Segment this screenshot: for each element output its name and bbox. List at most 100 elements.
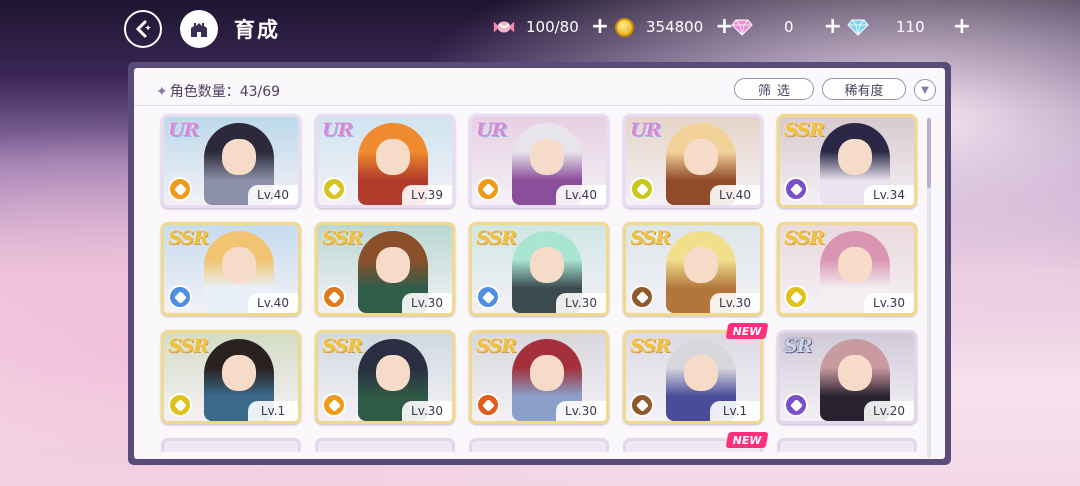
rarity-badge: SSR: [784, 119, 825, 141]
character-face: [530, 247, 564, 283]
attribute-icon: [630, 393, 654, 417]
blue-diamond-counter: 110 +: [846, 14, 971, 40]
character-panel: ✦ 角色数量：43/69 筛选 稀有度 ▼ UR Lv.40 UR Lv.39 UR Lv.…: [128, 62, 951, 465]
rarity-badge: SSR: [168, 227, 209, 249]
rarity-badge: SSR: [630, 227, 671, 249]
rarity-badge: SSR: [630, 335, 671, 357]
character-card[interactable]: UR Lv.39: [315, 114, 455, 208]
add-blue-diamond-button[interactable]: +: [953, 16, 971, 38]
level-label: Lv.34: [864, 185, 914, 205]
rarity-sort-button[interactable]: 稀有度: [822, 78, 906, 100]
level-label: Lv.40: [556, 185, 606, 205]
rarity-badge: SSR: [784, 227, 825, 249]
level-label: Lv.30: [556, 401, 606, 421]
level-label: Lv.30: [864, 293, 914, 313]
character-card[interactable]: SSR Lv.30: [469, 330, 609, 424]
character-face: [530, 139, 564, 175]
attribute-icon: [322, 393, 346, 417]
attribute-icon: [168, 177, 192, 201]
attribute-icon: [630, 177, 654, 201]
character-card[interactable]: SSR Lv.34: [777, 114, 917, 208]
character-face: [684, 139, 718, 175]
character-face: [376, 355, 410, 391]
coin-counter: 354800 +: [612, 14, 734, 40]
chevron-down-icon: ▼: [921, 84, 929, 96]
new-badge: NEW: [725, 323, 769, 339]
rarity-badge: SSR: [168, 335, 209, 357]
attribute-icon: [168, 393, 192, 417]
rarity-badge: UR: [476, 119, 507, 141]
rarity-badge: SSR: [476, 335, 517, 357]
character-card[interactable]: SSR Lv.40: [161, 222, 301, 316]
character-card[interactable]: SR Lv.20: [777, 330, 917, 424]
candy-icon: [492, 15, 516, 39]
sparkle-icon: ✦: [156, 84, 168, 100]
attribute-icon: [168, 285, 192, 309]
character-card[interactable]: SSR Lv.30: [777, 222, 917, 316]
character-card[interactable]: [161, 438, 301, 452]
character-card[interactable]: [315, 438, 455, 452]
pink-diamond-value: 0: [784, 18, 794, 36]
pink-diamond-icon: [730, 15, 754, 39]
coin-value: 354800: [646, 18, 704, 36]
attribute-icon: [476, 393, 500, 417]
level-label: Lv.1: [710, 401, 760, 421]
coin-icon: [612, 15, 636, 39]
character-card[interactable]: SSR Lv.30: [315, 330, 455, 424]
character-card[interactable]: UR Lv.40: [623, 114, 763, 208]
character-card[interactable]: SSR Lv.30: [315, 222, 455, 316]
character-face: [838, 355, 872, 391]
level-label: Lv.20: [864, 401, 914, 421]
attribute-icon: [322, 285, 346, 309]
panel-header: ✦ 角色数量：43/69 筛选 稀有度 ▼: [134, 68, 945, 106]
scrollbar[interactable]: [927, 118, 931, 458]
home-button[interactable]: [180, 10, 218, 48]
attribute-icon: [476, 285, 500, 309]
top-bar: 育成 100/80 + 354800 + 0 + 110 +: [0, 0, 1080, 56]
character-face: [838, 139, 872, 175]
castle-icon: [191, 23, 207, 37]
level-label: Lv.40: [710, 185, 760, 205]
character-panel-inner: ✦ 角色数量：43/69 筛选 稀有度 ▼ UR Lv.40 UR Lv.39 UR Lv.…: [134, 68, 945, 459]
candy-counter: 100/80 +: [492, 14, 609, 40]
character-face: [376, 247, 410, 283]
scrollbar-thumb[interactable]: [927, 118, 931, 188]
character-face: [222, 355, 256, 391]
level-label: Lv.1: [248, 401, 298, 421]
back-button[interactable]: [124, 10, 162, 48]
new-badge: NEW: [725, 432, 769, 448]
character-card[interactable]: [777, 438, 917, 452]
candy-value: 100/80: [526, 18, 579, 36]
level-label: Lv.30: [710, 293, 760, 313]
attribute-icon: [630, 285, 654, 309]
add-pink-diamond-button[interactable]: +: [824, 16, 842, 38]
character-card[interactable]: SSR Lv.30: [469, 222, 609, 316]
level-label: Lv.30: [402, 293, 452, 313]
back-arrow-icon: [135, 20, 151, 38]
attribute-icon: [784, 177, 808, 201]
sort-order-button[interactable]: ▼: [914, 79, 936, 101]
level-label: Lv.39: [402, 185, 452, 205]
character-face: [530, 355, 564, 391]
add-candy-button[interactable]: +: [591, 16, 609, 38]
page-title: 育成: [234, 18, 280, 42]
character-count: ✦ 角色数量：43/69: [156, 81, 280, 101]
blue-diamond-value: 110: [896, 18, 925, 36]
character-card[interactable]: SSR Lv.1: [623, 330, 763, 424]
blue-diamond-icon: [846, 15, 870, 39]
character-card[interactable]: SSR Lv.30: [623, 222, 763, 316]
character-card[interactable]: UR Lv.40: [469, 114, 609, 208]
character-face: [684, 355, 718, 391]
attribute-icon: [784, 285, 808, 309]
level-label: Lv.30: [556, 293, 606, 313]
attribute-icon: [476, 177, 500, 201]
level-label: Lv.40: [248, 293, 298, 313]
character-face: [222, 247, 256, 283]
character-card[interactable]: SSR Lv.1: [161, 330, 301, 424]
rarity-badge: SSR: [322, 227, 363, 249]
character-card[interactable]: UR Lv.40: [161, 114, 301, 208]
level-label: Lv.40: [248, 185, 298, 205]
filter-button[interactable]: 筛选: [734, 78, 814, 100]
character-face: [376, 139, 410, 175]
character-card[interactable]: [469, 438, 609, 452]
